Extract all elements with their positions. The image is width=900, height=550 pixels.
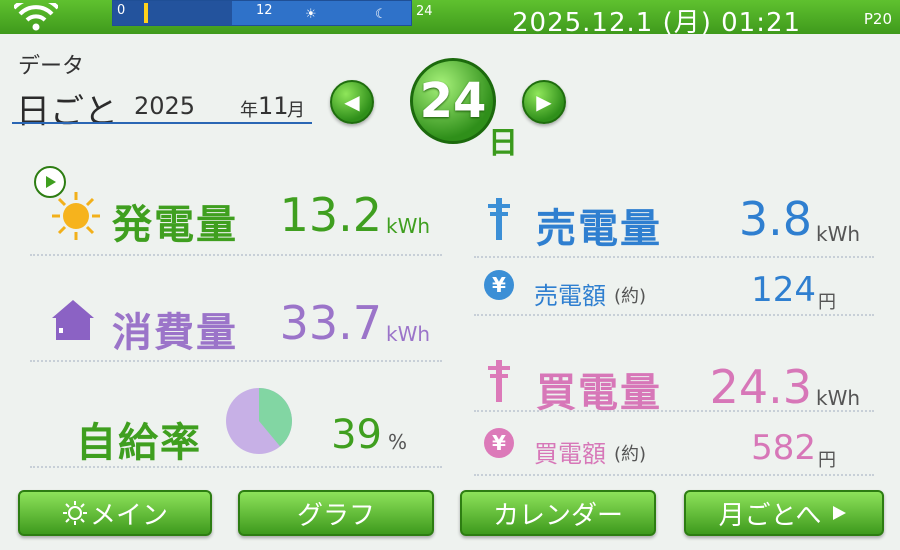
month-value: 11 <box>258 92 289 120</box>
utility-pole-icon <box>488 360 510 402</box>
bought-amount-note: (約) <box>614 444 647 465</box>
row-divider <box>474 256 874 258</box>
generation-unit: kWh <box>386 214 431 238</box>
row-divider <box>30 466 442 468</box>
year-value: 2025 <box>134 92 196 120</box>
year-unit: 年 <box>240 100 258 121</box>
bought-amount-label: 買電額 <box>534 440 606 468</box>
chevron-left-icon: ◀ <box>344 90 360 114</box>
sold-amount-label: 売電額 <box>534 282 606 310</box>
time-bar: 0 12 ☀ ☾ <box>112 0 412 26</box>
utility-pole-icon <box>488 198 510 240</box>
sun-icon: ☀ <box>305 7 317 22</box>
sold-amount-value: 124 <box>751 270 816 310</box>
self-sufficiency-unit: % <box>388 430 408 454</box>
yen-icon: ¥ <box>484 428 514 458</box>
status-bar: 0 12 ☀ ☾ 24 2025.12.1 (月) 01:21 P20 <box>0 0 900 38</box>
play-icon <box>46 176 56 188</box>
main-button[interactable]: メイン <box>18 490 212 536</box>
row-divider <box>30 254 442 256</box>
main-button-label: メイン <box>89 500 168 531</box>
sold-amount-unit: 円 <box>818 292 836 313</box>
bought-amount-unit: 円 <box>818 450 836 471</box>
generation-label: 発電量 <box>112 202 238 248</box>
sold-unit: kWh <box>816 222 861 246</box>
consumption-unit: kWh <box>386 322 431 346</box>
day-value: 24 <box>419 73 487 129</box>
bought-unit: kWh <box>816 386 861 410</box>
calendar-button[interactable]: カレンダー <box>460 490 656 536</box>
row-divider <box>474 314 874 316</box>
sun-icon <box>52 192 100 240</box>
sun-icon <box>62 501 87 525</box>
consumption-value: 33.7 <box>279 296 382 350</box>
next-day-button[interactable]: ▶ <box>522 80 566 124</box>
self-sufficiency-pie <box>226 388 292 454</box>
graph-button-label: グラフ <box>296 500 375 531</box>
section-title: データ <box>18 54 85 79</box>
page-number: P20 <box>863 10 892 28</box>
consumption-label: 消費量 <box>112 310 238 356</box>
generation-value: 13.2 <box>279 188 382 242</box>
header-underline <box>12 122 312 124</box>
clock: 2025.12.1 (月) 01:21 <box>512 8 802 38</box>
moon-icon: ☾ <box>375 7 387 22</box>
timeline-start-label: 0 <box>117 3 126 18</box>
house-icon <box>52 300 94 340</box>
bought-value: 24.3 <box>709 360 812 414</box>
chevron-right-icon <box>833 506 847 520</box>
monthly-button-label: 月ごとへ <box>718 500 822 531</box>
sold-value: 3.8 <box>738 192 812 246</box>
monthly-button[interactable]: 月ごとへ <box>684 490 884 536</box>
graph-button[interactable]: グラフ <box>238 490 434 536</box>
prev-day-button[interactable]: ◀ <box>330 80 374 124</box>
calendar-button-label: カレンダー <box>492 500 623 531</box>
month-unit: 月 <box>287 100 305 121</box>
row-divider <box>30 360 442 362</box>
timeline-mid-label: 12 <box>256 3 273 18</box>
sold-label: 売電量 <box>536 206 662 252</box>
self-sufficiency-label: 自給率 <box>76 420 202 466</box>
wifi-icon <box>14 3 58 31</box>
time-marker <box>144 3 148 23</box>
self-sufficiency-value: 39 <box>331 412 382 458</box>
chevron-right-icon: ▶ <box>536 90 552 114</box>
row-divider <box>474 474 874 476</box>
sold-amount-note: (約) <box>614 286 647 307</box>
mode-title: 日ごと <box>16 92 118 132</box>
day-unit: 日 <box>488 126 518 161</box>
row-divider <box>474 410 874 412</box>
yen-icon: ¥ <box>484 270 514 300</box>
timeline-end-label: 24 <box>416 4 433 19</box>
bought-amount-value: 582 <box>751 428 816 468</box>
day-display: 24 <box>410 58 496 144</box>
